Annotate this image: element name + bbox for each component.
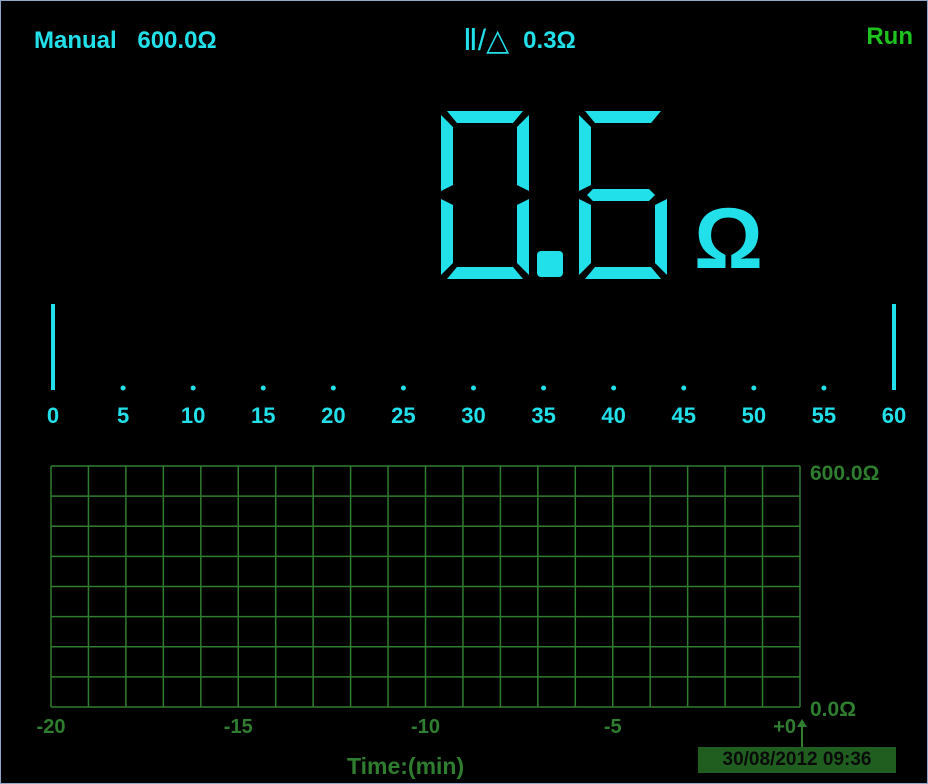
decimal-point: [537, 251, 563, 277]
trend-grid: [50, 465, 801, 708]
bargraph-scale-label: 55: [812, 403, 836, 428]
bargraph-tick: [681, 385, 687, 391]
main-reading: [441, 111, 667, 279]
bargraph-end-marker: [892, 304, 896, 390]
relative-delta-icon: Ⅱ/△: [463, 24, 510, 57]
datetime-stamp: 30/08/2012 09:36: [698, 747, 896, 773]
bargraph-scale-label: 10: [181, 403, 205, 428]
relative-value: 0.3Ω: [523, 26, 576, 54]
digit-zero: [441, 111, 529, 279]
bargraph-scale-label: 20: [321, 403, 345, 428]
bargraph-scale-label: 30: [461, 403, 485, 428]
bargraph-scale-label: 35: [531, 403, 555, 428]
bargraph-scale-label: 5: [117, 403, 129, 428]
analog-bargraph: 0 5 10 15 20 25 30 35 40 45 50 55 60: [47, 304, 906, 428]
trend-y-min-label: 0.0Ω: [810, 698, 856, 721]
trend-x-tick-label: -5: [604, 716, 622, 738]
bargraph-tick: [611, 385, 617, 391]
trend-cursor-arrowhead: [797, 719, 807, 727]
trend-x-tick-label: -20: [37, 716, 66, 738]
trend-y-max-label: 600.0Ω: [810, 462, 879, 485]
bargraph-tick: [471, 385, 476, 391]
bargraph-scale-label: 25: [391, 403, 415, 428]
bargraph-tick: [821, 385, 827, 391]
range-value: 600.0Ω: [137, 27, 217, 54]
bargraph-scale-label: 50: [742, 403, 766, 428]
range-mode-label: Manual: [34, 27, 117, 54]
bargraph-tick: [260, 385, 266, 391]
trend-chart: 600.0Ω 0.0Ω -20 -15 -10 -5 +0: [37, 462, 879, 747]
unit-ohm: Ω: [694, 191, 763, 287]
bargraph-tick: [751, 385, 757, 391]
bargraph-tick: [190, 385, 196, 391]
trend-x-tick-label: +0: [773, 716, 796, 738]
bargraph-tick: [400, 385, 406, 391]
bargraph-scale-label: 0: [47, 403, 59, 428]
digit-six: [579, 111, 667, 279]
range-mode: Manual 600.0Ω: [34, 27, 217, 55]
trend-x-tick-label: -10: [411, 716, 440, 738]
multimeter-screen: Manual 600.0Ω Ⅱ/△ 0.3Ω Run Ω 0 5 10 15 2…: [0, 0, 928, 784]
bargraph-scale-label: 45: [672, 403, 696, 428]
bargraph-scale-label: 60: [882, 403, 906, 428]
trend-x-tick-label: -15: [224, 716, 253, 738]
bargraph-scale-label: 15: [251, 403, 275, 428]
trend-x-axis-title: Time:(min): [347, 753, 465, 779]
bargraph-end-marker: [51, 304, 55, 390]
bargraph-tick: [541, 385, 547, 391]
bargraph-scale-label: 40: [601, 403, 625, 428]
bargraph-tick: [120, 385, 126, 391]
run-status: Run: [866, 23, 913, 50]
relative-indicator: Ⅱ/△ 0.3Ω: [463, 23, 576, 58]
bargraph-tick: [330, 385, 336, 391]
